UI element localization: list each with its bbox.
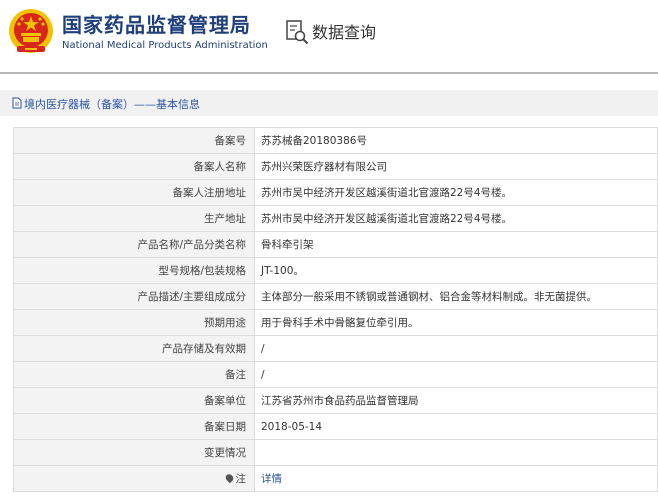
row-value: 骨科牵引架 [254,231,658,258]
table-row: 备案人名称 苏州兴荣医疗器材有限公司 [13,153,658,180]
row-label: 备注 [13,361,255,388]
row-value: 苏州兴荣医疗器材有限公司 [254,153,658,180]
row-value: 苏州市吴中经济开发区越溪街道北官渡路22号4号楼。 [254,205,658,232]
magnifier-document-icon [286,20,309,45]
table-row: 备案日期 2018-05-14 [13,413,658,440]
row-label: 型号规格/包装规格 [13,257,255,284]
emblem-icon [9,9,53,53]
pin-icon [223,472,235,484]
row-label: 产品名称/产品分类名称 [13,231,255,258]
row-value: JT-100。 [254,257,658,284]
row-label: 备案人名称 [13,153,255,180]
table-row: 生产地址 苏州市吴中经济开发区越溪街道北官渡路22号4号楼。 [13,205,658,232]
table-row: 预期用途 用于骨科手术中骨骼复位牵引用。 [13,309,658,336]
table-row: 备案号 苏苏械备20180386号 [13,127,658,154]
record-detail-table: 备案号 苏苏械备20180386号 备案人名称 苏州兴荣医疗器材有限公司 备案人注册… [13,127,658,492]
table-row: 备案单位 江苏省苏州市食品药品监督管理局 [13,387,658,414]
note-row: 注 详情 [13,465,658,492]
table-row: 备注 / [13,361,658,388]
site-header: 国家药品监督管理局 National Medical Products Admi… [0,0,658,72]
row-label: 变更情况 [13,439,255,466]
table-row: 产品存储及有效期 / [13,335,658,362]
header-divider [0,72,658,74]
table-row: 产品名称/产品分类名称 骨科牵引架 [13,231,658,258]
row-value: 主体部分一般采用不锈钢或普通钢材、铝合金等材料制成。非无菌提供。 [254,283,658,310]
row-value: 用于骨科手术中骨骼复位牵引用。 [254,309,658,336]
row-label: 备案号 [13,127,255,154]
row-value: 江苏省苏州市食品药品监督管理局 [254,387,658,414]
table-row: 备案人注册地址 苏州市吴中经济开发区越溪街道北官渡路22号4号楼。 [13,179,658,206]
breadcrumb-text: 境内医疗器械（备案）——基本信息 [24,98,200,111]
row-value: 苏苏械备20180386号 [254,127,658,154]
table-row: 型号规格/包装规格 JT-100。 [13,257,658,284]
page-heading: 数据查询 [312,23,377,42]
row-label: 生产地址 [13,205,255,232]
table-row: 变更情况 [13,439,658,466]
site-title: 国家药品监督管理局 [62,13,251,37]
document-icon [12,97,22,109]
row-value: / [254,361,658,388]
row-label: 备案人注册地址 [13,179,255,206]
details-link[interactable]: 详情 [261,473,282,485]
breadcrumb: 境内医疗器械（备案）——基本信息 [0,90,658,116]
row-label: 预期用途 [13,309,255,336]
row-label: 备案单位 [13,387,255,414]
row-value: / [254,335,658,362]
note-label: 注 [235,473,247,485]
table-row: 产品描述/主要组成成分 主体部分一般采用不锈钢或普通钢材、铝合金等材料制成。非无菌… [13,283,658,310]
row-label: 产品描述/主要组成成分 [13,283,255,310]
row-label: 产品存储及有效期 [13,335,255,362]
row-value [254,439,658,466]
row-label: 备案日期 [13,413,255,440]
row-value: 2018-05-14 [254,413,658,440]
row-value: 苏州市吴中经济开发区越溪街道北官渡路22号4号楼。 [254,179,658,206]
site-subtitle: National Medical Products Administration [62,40,268,51]
note-label-cell: 注 [13,465,255,492]
note-value-cell: 详情 [254,465,658,492]
